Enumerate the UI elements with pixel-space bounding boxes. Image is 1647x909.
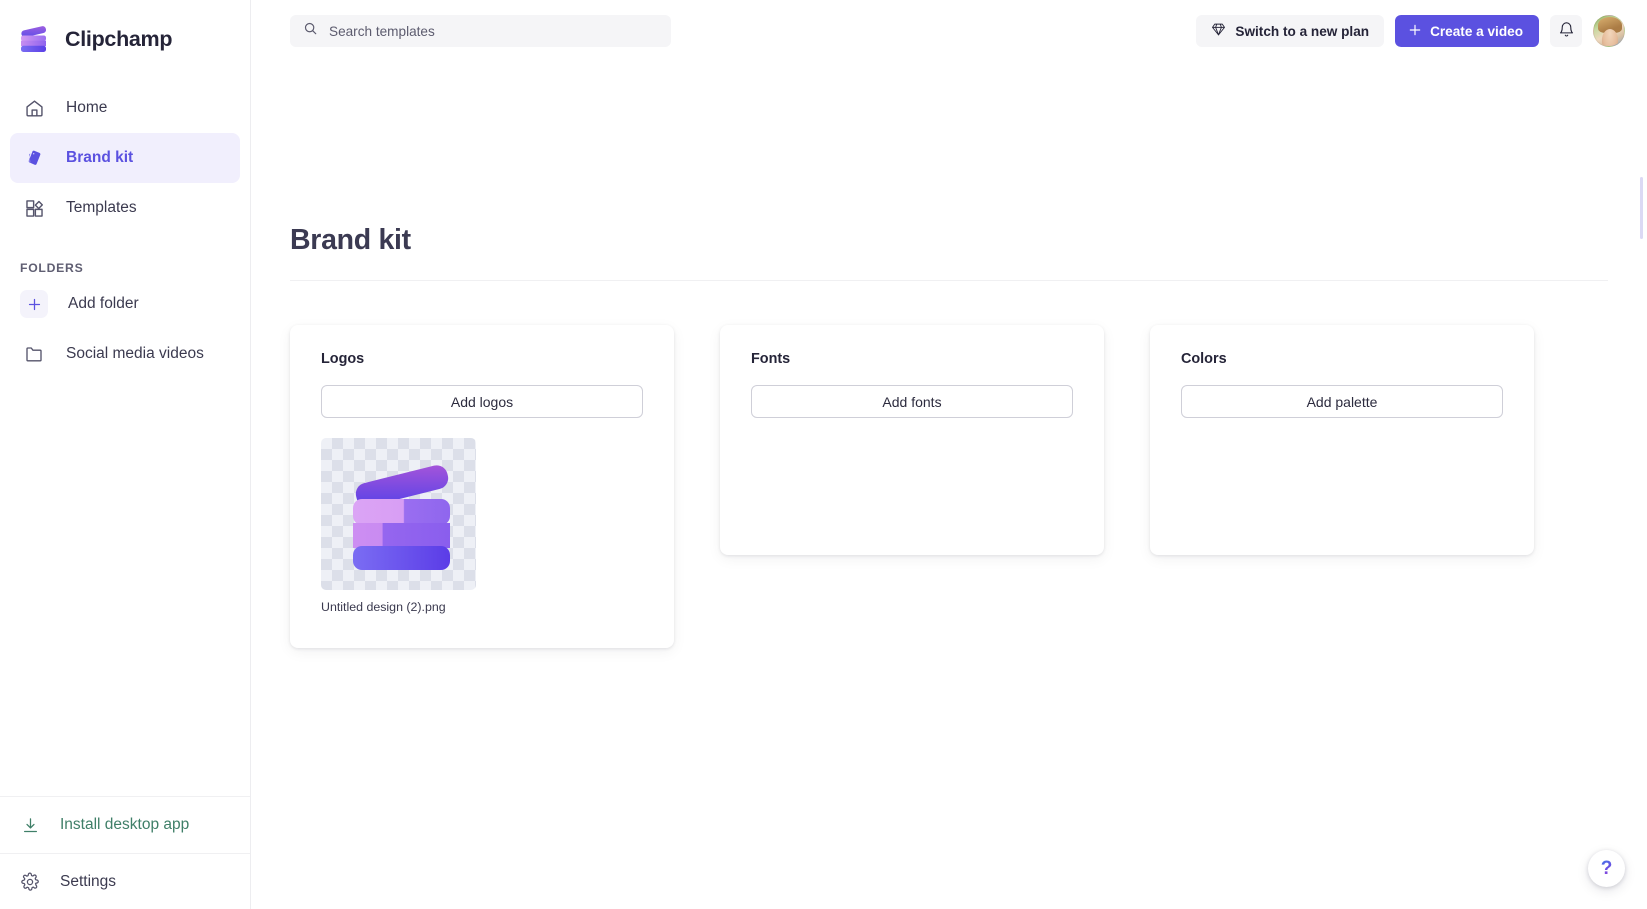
logo-asset-name: Untitled design (2).png [321, 600, 446, 614]
switch-plan-label: Switch to a new plan [1235, 23, 1370, 39]
content-scroll-area: Brand kit Logos Add logos Untitled desig… [251, 62, 1647, 909]
main-area: Search templates Switch to a new plan Cr… [251, 0, 1647, 909]
gear-icon [18, 870, 42, 894]
card-title: Colors [1181, 351, 1227, 367]
brand-kit-tag-icon [22, 146, 46, 170]
folders-heading: FOLDERS [20, 261, 84, 275]
notifications-button[interactable] [1550, 15, 1582, 47]
app-name: Clipchamp [65, 27, 173, 51]
page-title: Brand kit [290, 224, 411, 256]
install-desktop-app-label: Install desktop app [60, 816, 190, 833]
clapperboard-icon [18, 25, 52, 55]
sidebar-item-home[interactable]: Home [10, 83, 240, 133]
sidebar-item-label: Home [66, 99, 108, 117]
add-logos-button[interactable]: Add logos [321, 385, 643, 418]
question-mark-icon: ? [1600, 858, 1613, 879]
app-brand[interactable]: Clipchamp [0, 0, 250, 62]
clipchamp-app: Clipchamp Home Brand kit Templates FOLDE… [0, 0, 1647, 909]
download-icon [18, 813, 42, 837]
logo-thumbnail[interactable] [321, 438, 476, 590]
create-video-label: Create a video [1430, 23, 1523, 39]
bell-icon [1558, 21, 1575, 41]
colors-card: Colors Add palette [1150, 325, 1534, 555]
plus-icon [20, 290, 48, 318]
add-fonts-button[interactable]: Add fonts [751, 385, 1073, 418]
install-desktop-app-button[interactable]: Install desktop app [0, 797, 250, 853]
search-icon [303, 21, 318, 41]
help-button[interactable]: ? [1588, 850, 1625, 887]
top-bar-actions: Switch to a new plan Create a video [1196, 15, 1625, 47]
sidebar-item-social-media-videos[interactable]: Social media videos [10, 329, 240, 379]
search-placeholder: Search templates [329, 23, 435, 39]
templates-grid-icon [22, 196, 46, 220]
settings-label: Settings [60, 872, 117, 890]
fonts-card: Fonts Add fonts [720, 325, 1104, 555]
card-title: Logos [321, 351, 365, 367]
vertical-scrollbar-thumb[interactable] [1640, 177, 1643, 239]
sidebar-item-label: Templates [66, 199, 137, 217]
sidebar-footer: Install desktop app Settings [0, 796, 250, 909]
sidebar-item-label: Social media videos [66, 345, 204, 362]
brand-kit-cards: Logos Add logos Untitled design (2).png … [251, 281, 1647, 648]
switch-plan-button[interactable]: Switch to a new plan [1196, 15, 1385, 47]
plus-icon [1407, 22, 1423, 41]
logo-asset: Untitled design (2).png [321, 438, 476, 614]
create-video-button[interactable]: Create a video [1395, 15, 1539, 47]
settings-button[interactable]: Settings [0, 853, 250, 909]
logos-card: Logos Add logos Untitled design (2).png [290, 325, 674, 648]
sidebar-item-label: Brand kit [66, 149, 134, 167]
home-icon [22, 96, 46, 120]
card-title: Fonts [751, 351, 791, 367]
sidebar-item-label: Add folder [68, 295, 139, 312]
diamond-icon [1211, 22, 1226, 40]
add-palette-button[interactable]: Add palette [1181, 385, 1503, 418]
top-bar: Search templates Switch to a new plan Cr… [251, 0, 1647, 62]
add-fonts-label: Add fonts [882, 393, 942, 410]
page-header: Brand kit [251, 62, 1647, 257]
sidebar: Clipchamp Home Brand kit Templates FOLDE… [0, 0, 251, 909]
folder-icon [22, 342, 46, 366]
add-logos-label: Add logos [450, 393, 514, 410]
search-input[interactable]: Search templates [290, 15, 671, 47]
avatar[interactable] [1593, 15, 1625, 47]
sidebar-item-templates[interactable]: Templates [10, 183, 240, 233]
sidebar-item-add-folder[interactable]: Add folder [10, 279, 240, 329]
sidebar-item-brand-kit[interactable]: Brand kit [10, 133, 240, 183]
add-palette-label: Add palette [1306, 393, 1378, 410]
primary-nav: Home Brand kit Templates [0, 83, 250, 233]
